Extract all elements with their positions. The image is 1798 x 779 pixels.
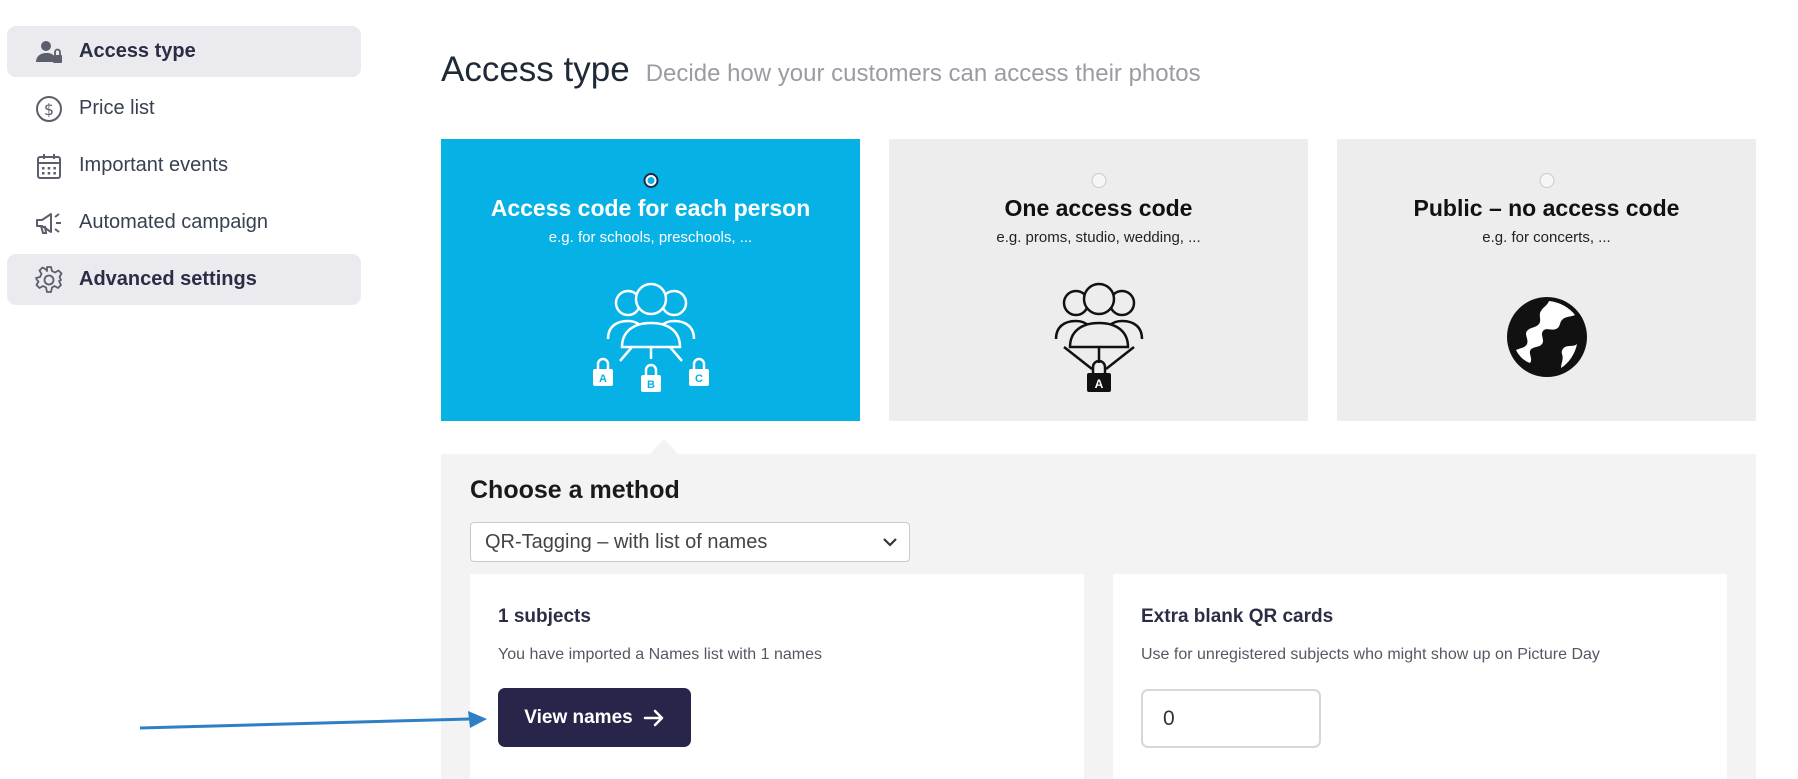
radio-button[interactable]	[1539, 173, 1554, 188]
radio-button[interactable]	[643, 173, 658, 188]
group-multiple-locks-icon: A B C	[586, 275, 716, 400]
sidebar-item-label: Price list	[79, 97, 155, 119]
globe-icon	[1505, 295, 1589, 384]
calendar-icon	[33, 150, 65, 182]
user-lock-icon	[33, 36, 65, 68]
subjects-heading: 1 subjects	[498, 606, 591, 627]
sidebar-item-automated-campaign[interactable]: Automated campaign	[7, 197, 361, 248]
access-option-code-per-person[interactable]: Access code for each person e.g. for sch…	[441, 139, 860, 421]
sidebar-item-access-type[interactable]: Access type	[7, 26, 361, 77]
qr-cards-heading: Extra blank QR cards	[1141, 606, 1334, 627]
access-option-one-code[interactable]: One access code e.g. proms, studio, wedd…	[889, 139, 1308, 421]
megaphone-icon	[33, 207, 65, 239]
option-title: Access code for each person	[490, 195, 811, 221]
arrow-right-icon	[643, 708, 665, 728]
sidebar-item-label: Automated campaign	[79, 211, 269, 233]
qr-cards-input[interactable]	[1141, 689, 1321, 748]
option-description: e.g. proms, studio, wedding, ...	[996, 229, 1201, 246]
option-description: e.g. for schools, preschools, ...	[548, 229, 753, 246]
view-names-button[interactable]: View names	[498, 688, 691, 747]
radio-button[interactable]	[1091, 173, 1106, 188]
lock-label: A	[599, 373, 607, 385]
method-panel: Choose a method QR-Tagging – with list o…	[441, 454, 1756, 779]
svg-text:$: $	[44, 100, 54, 119]
sidebar-item-advanced-settings[interactable]: Advanced settings	[7, 254, 361, 305]
subjects-text: You have imported a Names list with 1 na…	[498, 646, 823, 663]
extra-qr-cards: Extra blank QR cards Use for unregistere…	[1113, 574, 1727, 779]
page-header: Access type Decide how your customers ca…	[441, 50, 1201, 90]
option-title: One access code	[1004, 195, 1193, 221]
access-option-public[interactable]: Public – no access code e.g. for concert…	[1337, 139, 1756, 421]
annotation-arrow-icon	[140, 711, 487, 730]
sidebar-item-price-list[interactable]: $ Price list	[7, 83, 361, 134]
selected-card-pointer	[650, 439, 678, 454]
option-description: e.g. for concerts, ...	[1482, 229, 1611, 246]
sidebar-item-label: Advanced settings	[79, 268, 257, 290]
access-type-options: Access code for each person e.g. for sch…	[441, 139, 1756, 421]
page-title: Access type	[441, 50, 630, 89]
group-single-lock-icon: A	[1034, 275, 1164, 400]
option-title: Public – no access code	[1413, 195, 1680, 221]
lock-label: C	[695, 373, 703, 385]
lock-label: B	[647, 379, 655, 391]
page-subtitle: Decide how your customers can access the…	[645, 60, 1201, 87]
method-select[interactable]: QR-Tagging – with list of names	[470, 522, 910, 562]
qr-cards-text: Use for unregistered subjects who might …	[1141, 646, 1600, 663]
method-select-value: QR-Tagging – with list of names	[485, 530, 768, 553]
sidebar-item-label: Important events	[79, 154, 228, 176]
dollar-circle-icon: $	[33, 93, 65, 125]
gear-icon	[33, 264, 65, 296]
subjects-card: 1 subjects You have imported a Names lis…	[470, 574, 1084, 779]
view-names-label: View names	[524, 706, 633, 728]
sidebar-item-label: Access type	[79, 40, 196, 62]
chevron-down-icon	[881, 533, 899, 551]
sidebar: Access type $ Price list Important event…	[7, 26, 361, 311]
lock-label: A	[1094, 377, 1103, 391]
method-title: Choose a method	[470, 476, 680, 504]
sidebar-item-important-events[interactable]: Important events	[7, 140, 361, 191]
